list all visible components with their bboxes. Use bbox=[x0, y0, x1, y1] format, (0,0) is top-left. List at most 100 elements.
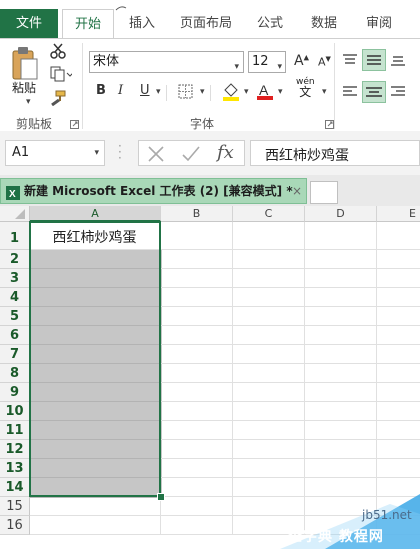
tab-insert[interactable]: 插入 bbox=[118, 9, 166, 38]
watermark: jb51.net 查字典 教程网 bbox=[280, 484, 420, 549]
row-header[interactable]: 16 bbox=[0, 516, 30, 535]
clipboard-launcher-icon[interactable] bbox=[70, 118, 79, 132]
font-size-value: 12 bbox=[252, 54, 269, 69]
insert-function-button[interactable]: fx bbox=[217, 142, 234, 163]
divider bbox=[210, 85, 211, 101]
excel-file-icon: X bbox=[6, 184, 20, 208]
cell[interactable] bbox=[377, 222, 420, 250]
bold-button[interactable]: B bbox=[96, 83, 106, 98]
column-header-b[interactable]: B bbox=[161, 206, 233, 222]
new-document-tab-button[interactable] bbox=[310, 181, 338, 204]
align-left-icon[interactable] bbox=[342, 85, 358, 102]
close-icon[interactable]: × bbox=[292, 179, 302, 203]
tab-home[interactable]: 开始 bbox=[62, 9, 114, 40]
formula-value: 西红柿炒鸡蛋 bbox=[265, 148, 349, 164]
shrink-font-button[interactable]: A▼ bbox=[318, 55, 331, 69]
formula-bar-row: A1 ▾ · · · fx 西红柿炒鸡蛋 bbox=[0, 131, 420, 175]
font-color-icon[interactable]: A bbox=[256, 81, 274, 104]
document-title: 新建 Microsoft Excel 工作表 (2) [兼容模式] * bbox=[24, 184, 293, 198]
watermark-text-1: jb51.net bbox=[362, 508, 412, 522]
cell-a1[interactable]: 西红柿炒鸡蛋 bbox=[30, 222, 161, 250]
tab-file[interactable]: 文件 bbox=[0, 9, 58, 38]
tab-formulas[interactable]: 公式 bbox=[248, 9, 292, 38]
phonetic-button[interactable]: wén 文 bbox=[296, 77, 315, 99]
row-header[interactable]: 2 bbox=[0, 250, 30, 269]
cell[interactable] bbox=[161, 222, 233, 250]
underline-dropdown-icon[interactable]: ▾ bbox=[156, 87, 161, 97]
enter-icon[interactable] bbox=[181, 145, 201, 166]
row-header[interactable]: 13 bbox=[0, 459, 30, 478]
worksheet-grid[interactable]: A B C D E 1 西红柿炒鸡蛋 2 3 4 5 6 7 8 9 10 11… bbox=[0, 206, 420, 549]
tab-data[interactable]: 数据 bbox=[302, 9, 346, 38]
divider bbox=[166, 85, 167, 101]
select-all-corner[interactable] bbox=[0, 206, 30, 222]
font-family-select[interactable]: 宋体 ▾ bbox=[89, 51, 244, 73]
cell[interactable] bbox=[233, 222, 305, 250]
align-row-spacer bbox=[342, 123, 420, 124]
row-header[interactable]: 10 bbox=[0, 402, 30, 421]
row-header[interactable]: 3 bbox=[0, 269, 30, 288]
format-painter-icon[interactable] bbox=[50, 90, 66, 109]
column-header-d[interactable]: D bbox=[305, 206, 377, 222]
row-header[interactable]: 1 bbox=[0, 222, 30, 250]
paste-button[interactable]: 粘贴 bbox=[12, 79, 36, 96]
group-divider bbox=[334, 43, 335, 129]
row-header[interactable]: 14 bbox=[0, 478, 30, 497]
row-header[interactable]: 6 bbox=[0, 326, 30, 345]
fill-handle[interactable] bbox=[157, 493, 165, 501]
cut-icon[interactable] bbox=[50, 43, 66, 62]
phonetic-dropdown-icon[interactable]: ▾ bbox=[322, 87, 327, 97]
align-middle-button[interactable] bbox=[362, 49, 386, 71]
row-header[interactable]: 8 bbox=[0, 364, 30, 383]
font-launcher-icon[interactable] bbox=[325, 118, 334, 132]
svg-text:X: X bbox=[9, 189, 16, 200]
clipboard-group-label: 剪贴板 bbox=[16, 117, 53, 131]
watermark-text-2: 查字典 教程网 bbox=[288, 529, 384, 545]
tab-review[interactable]: 审阅 bbox=[357, 9, 401, 38]
fill-color-dropdown-icon[interactable]: ▾ bbox=[244, 87, 249, 97]
chevron-down-icon: ▾ bbox=[234, 62, 239, 72]
align-bottom-icon[interactable] bbox=[390, 53, 406, 70]
undo-arrow-icon[interactable] bbox=[115, 0, 127, 11]
font-group-label: 字体 bbox=[190, 117, 215, 131]
row-header[interactable]: 4 bbox=[0, 288, 30, 307]
name-box-value: A1 bbox=[12, 145, 30, 160]
selected-range-a2-a14[interactable] bbox=[30, 250, 162, 498]
document-tab[interactable]: X 新建 Microsoft Excel 工作表 (2) [兼容模式] * × bbox=[0, 178, 307, 204]
grow-font-button[interactable]: A▲ bbox=[294, 53, 309, 69]
row-header[interactable]: 5 bbox=[0, 307, 30, 326]
tab-page-layout[interactable]: 页面布局 bbox=[172, 9, 240, 38]
column-header-a[interactable]: A bbox=[30, 206, 161, 222]
row-header[interactable]: 12 bbox=[0, 440, 30, 459]
copy-icon[interactable] bbox=[50, 66, 74, 85]
chevron-down-icon: ▾ bbox=[277, 62, 282, 72]
ribbon-tab-bar: 文件 开始 插入 页面布局 公式 数据 审阅 bbox=[0, 0, 420, 40]
font-family-value: 宋体 bbox=[93, 54, 120, 69]
row-header[interactable]: 7 bbox=[0, 345, 30, 364]
align-right-icon[interactable] bbox=[390, 85, 406, 102]
font-color-dropdown-icon[interactable]: ▾ bbox=[278, 87, 283, 97]
formula-input[interactable]: 西红柿炒鸡蛋 bbox=[250, 140, 420, 166]
border-dropdown-icon[interactable]: ▾ bbox=[200, 87, 205, 97]
underline-button[interactable]: U bbox=[140, 83, 150, 98]
cell[interactable] bbox=[305, 222, 377, 250]
fill-color-icon[interactable] bbox=[222, 82, 240, 105]
font-size-select[interactable]: 12 ▾ bbox=[248, 51, 286, 73]
row-header[interactable]: 11 bbox=[0, 421, 30, 440]
empty-cells-column-a[interactable] bbox=[30, 497, 161, 535]
column-header-c[interactable]: C bbox=[233, 206, 305, 222]
cancel-icon[interactable] bbox=[147, 145, 165, 166]
italic-button[interactable]: I bbox=[118, 83, 123, 98]
paste-dropdown-icon[interactable]: ▾ bbox=[26, 97, 31, 107]
align-center-button[interactable] bbox=[362, 81, 386, 103]
svg-text:A: A bbox=[259, 82, 269, 98]
document-tab-row: X 新建 Microsoft Excel 工作表 (2) [兼容模式] * × bbox=[0, 175, 420, 207]
phonetic-char: 文 bbox=[299, 85, 312, 99]
name-box[interactable]: A1 ▾ bbox=[5, 140, 105, 166]
cell-a1-text: 西红柿炒鸡蛋 bbox=[52, 230, 137, 246]
border-icon[interactable] bbox=[178, 84, 194, 103]
row-header[interactable]: 9 bbox=[0, 383, 30, 402]
row-header[interactable]: 15 bbox=[0, 497, 30, 516]
column-header-e[interactable]: E bbox=[377, 206, 420, 222]
align-top-icon[interactable] bbox=[342, 53, 358, 70]
